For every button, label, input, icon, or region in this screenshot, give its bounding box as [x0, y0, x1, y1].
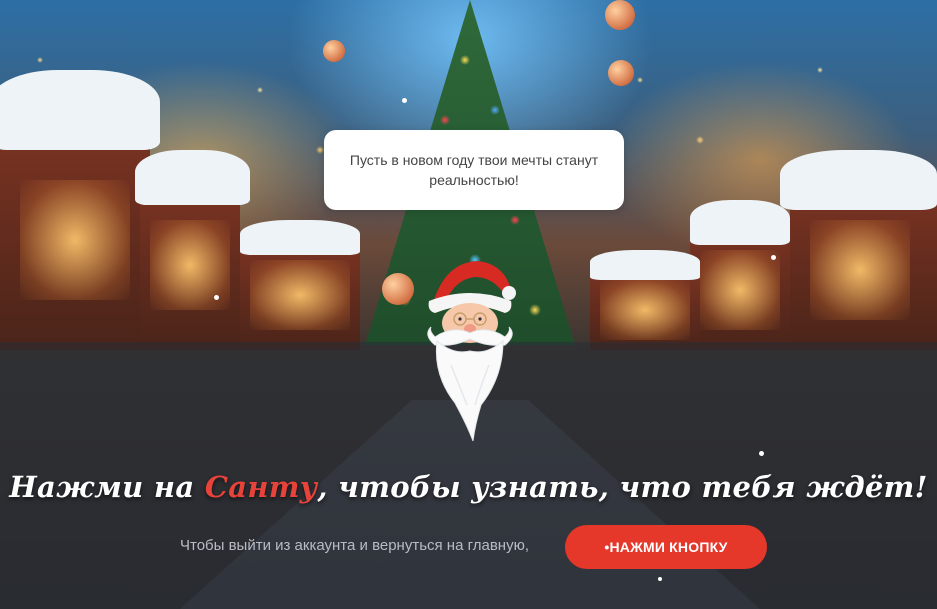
market-house-right-2 [690, 200, 790, 350]
ornament [382, 273, 414, 305]
exit-button[interactable]: •НАЖМИ КНОПКУ [565, 525, 767, 569]
market-house-left-3 [240, 220, 360, 350]
santa-icon [427, 261, 516, 442]
headline-accent: Санту [204, 470, 318, 504]
santa-button[interactable] [415, 255, 525, 445]
market-house-left [0, 70, 160, 350]
headline-part-1: Нажми на [9, 470, 205, 504]
market-house-right-3 [590, 250, 700, 350]
greeting-bubble: Пусть в новом году твои мечты станут реа… [324, 130, 624, 210]
exit-text: Чтобы выйти из аккаунта и вернуться на г… [180, 537, 530, 554]
greeting-message: Пусть в новом году твои мечты станут реа… [349, 152, 599, 188]
headline: Нажми на Санту, чтобы узнать, что тебя ж… [0, 470, 937, 504]
exit-row: Чтобы выйти из аккаунта и вернуться на г… [0, 525, 937, 569]
headline-part-2: , чтобы узнать, что тебя ждёт! [317, 470, 928, 504]
ornament [323, 40, 345, 62]
snowflake [214, 295, 219, 300]
market-house-right [780, 150, 937, 350]
snowflake [658, 577, 662, 581]
ornament [605, 0, 635, 30]
snowflake [759, 451, 764, 456]
snowflake [402, 98, 407, 103]
ornament [608, 60, 634, 86]
snowflake [771, 255, 776, 260]
market-house-left-2 [135, 150, 250, 350]
